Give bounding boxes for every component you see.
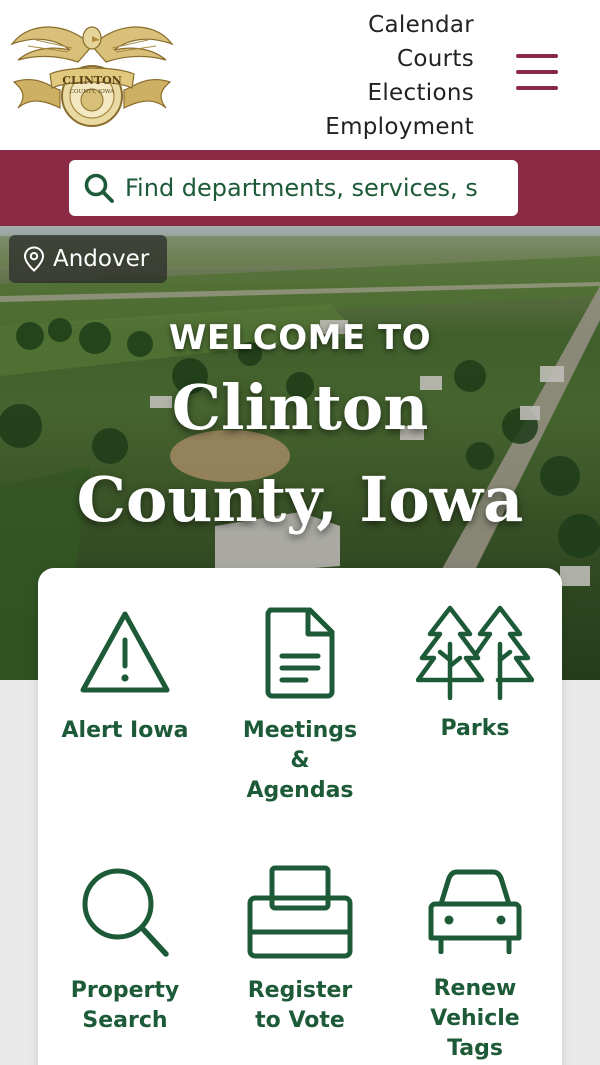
nav-link-employment[interactable]: Employment (325, 110, 474, 144)
county-title: Clinton County, Iowa (0, 362, 600, 546)
magnifier-icon (82, 868, 169, 957)
quick-link-property-search[interactable]: Property Search (38, 864, 212, 1036)
quick-link-label: Alert Iowa (61, 718, 189, 743)
nav-link-calendar[interactable]: Calendar (325, 8, 474, 42)
ballot-box-icon (247, 865, 353, 959)
quick-link-label: Parks (440, 716, 510, 741)
location-label: Andover (53, 246, 150, 272)
logo-banner-text: CLINTON (62, 74, 122, 87)
quick-links-card: Alert Iowa Meetings & Agendas Parks Prop… (38, 568, 562, 1065)
nav-link-elections[interactable]: Elections (325, 76, 474, 110)
car-icon (428, 869, 522, 954)
quick-link-label: Search (82, 1008, 168, 1033)
quick-link-label: to Vote (255, 1008, 345, 1033)
nav-link-courts[interactable]: Courts (325, 42, 474, 76)
quick-link-label: Register (247, 978, 353, 1003)
quick-link-parks[interactable]: Parks (388, 604, 562, 744)
search-icon (84, 173, 114, 203)
quick-link-register-to-vote[interactable]: Register to Vote (213, 864, 387, 1036)
county-title-line-1: Clinton (171, 371, 429, 444)
map-pin-icon (23, 246, 45, 272)
site-header: CLINTON COUNTY, IOWA Calendar Courts Ele… (0, 0, 600, 150)
quick-link-renew-vehicle-tags[interactable]: Renew Vehicle Tags (388, 868, 562, 1064)
location-tag[interactable]: Andover (9, 235, 168, 283)
alert-triangle-icon (80, 611, 170, 693)
county-title-line-2: County, Iowa (76, 463, 524, 536)
quick-link-label: Renew (433, 976, 517, 1001)
quick-link-label: & (290, 748, 310, 773)
welcome-heading: WELCOME TO (168, 318, 432, 358)
quick-link-label: Tags (447, 1036, 503, 1061)
quick-link-meetings-agendas[interactable]: Meetings & Agendas (213, 606, 387, 806)
quick-link-label: Agendas (246, 778, 354, 803)
quick-link-alert-iowa[interactable]: Alert Iowa (38, 608, 212, 746)
search-box[interactable] (69, 160, 518, 216)
top-navigation: Calendar Courts Elections Employment (325, 8, 474, 144)
trees-icon (416, 605, 534, 700)
search-bar-band (0, 150, 600, 226)
logo-sub-text: COUNTY, IOWA (70, 89, 115, 95)
quick-link-label: Vehicle (430, 1006, 520, 1031)
hamburger-menu-icon[interactable] (514, 52, 560, 92)
document-icon (265, 607, 335, 699)
quick-link-label: Meetings (242, 718, 358, 743)
search-input[interactable] (125, 160, 515, 216)
clinton-county-seal-logo[interactable]: CLINTON COUNTY, IOWA (8, 16, 176, 136)
quick-link-label: Property (70, 978, 180, 1003)
